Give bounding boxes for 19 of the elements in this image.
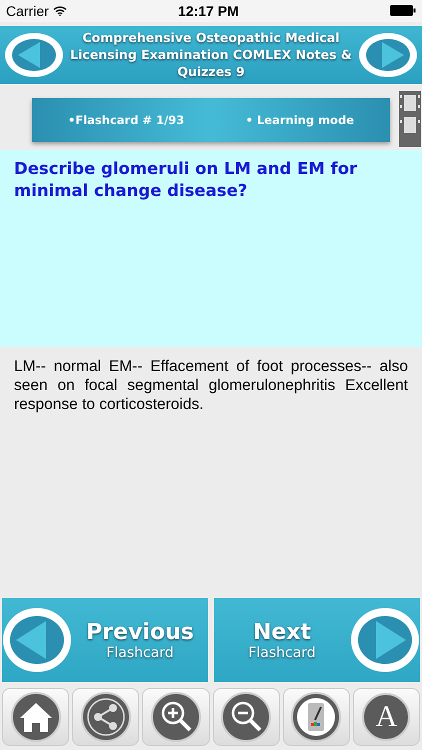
film-strip-icon bbox=[398, 90, 422, 148]
carrier-name: Carrier bbox=[6, 2, 49, 19]
zoom-in-button[interactable] bbox=[142, 688, 210, 746]
home-button[interactable] bbox=[2, 688, 70, 746]
zoom-out-button[interactable] bbox=[212, 688, 280, 746]
next-button[interactable]: Next Flashcard bbox=[214, 598, 420, 682]
question-text: Describe glomeruli on LM and EM for minimal change disease? bbox=[14, 158, 358, 202]
wifi-icon bbox=[52, 6, 67, 16]
font-icon: A bbox=[362, 693, 410, 742]
previous-button[interactable]: Previous Flashcard bbox=[2, 598, 208, 682]
color-button[interactable] bbox=[282, 688, 350, 746]
answer-text: LM-- normal EM-- Effacement of foot processes-- also seen on focal segmental glomerulonephritis Excellent response to corticosteroids. bbox=[13, 357, 409, 416]
battery-icon bbox=[390, 5, 416, 16]
mode-label: • Learning mode bbox=[246, 112, 354, 127]
font-button[interactable]: A bbox=[352, 688, 420, 746]
status-time: 12:17 PM bbox=[177, 2, 240, 19]
share-button[interactable] bbox=[72, 688, 140, 746]
flashcard-counter: •Flashcard # 1/93 bbox=[68, 112, 184, 127]
app-title: Comprehensive Osteopathic Medical Licensing Examination COMLEX Notes & Quizzes 9 bbox=[69, 29, 353, 80]
